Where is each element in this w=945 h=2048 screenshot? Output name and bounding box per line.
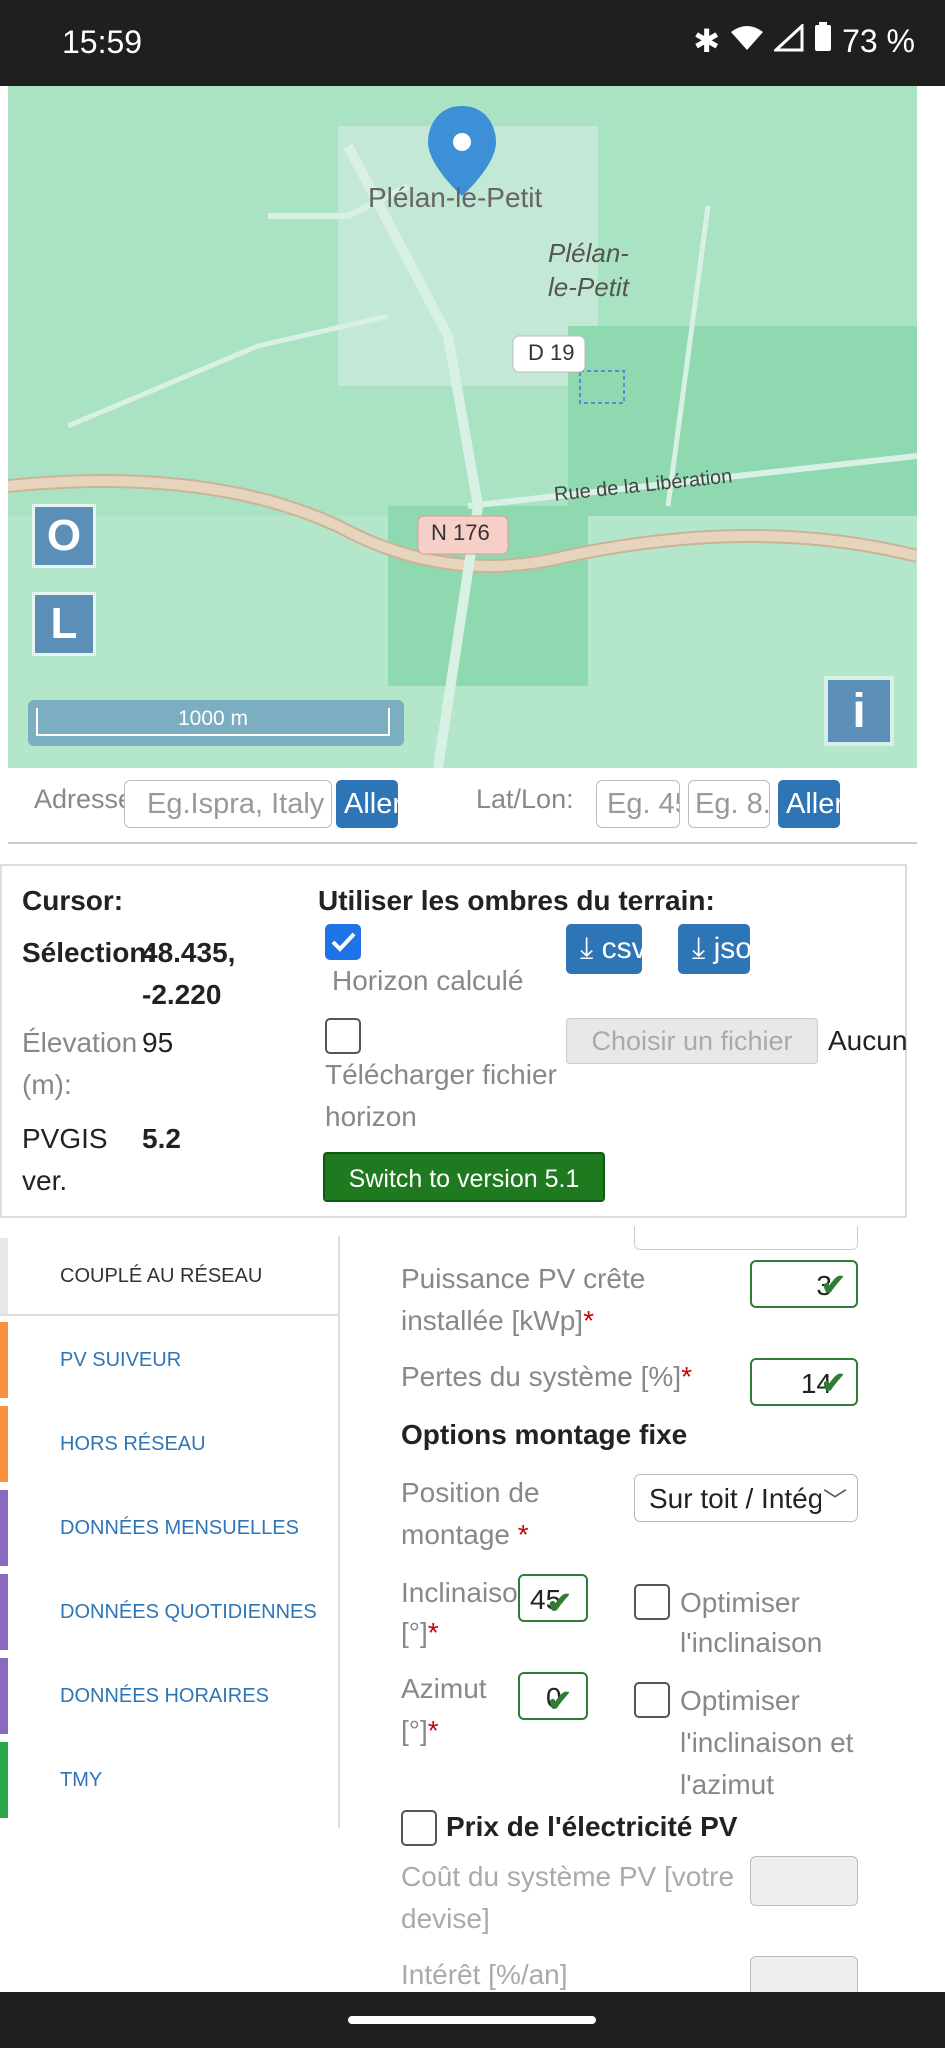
azimuth-input[interactable]: 0 ✔ bbox=[518, 1672, 588, 1720]
status-icons: ✱ 73 % bbox=[693, 22, 915, 60]
selection-value-lat: 48.435, bbox=[142, 937, 236, 968]
upload-horizon-label-2: horizon bbox=[325, 1101, 417, 1132]
download-icon: ⤓ bbox=[692, 932, 706, 965]
slope-label: Inclinaison bbox=[401, 1577, 519, 1608]
latlon-label: Lat/Lon: bbox=[476, 784, 574, 814]
pvgis-label-2: ver. bbox=[22, 1165, 68, 1196]
optimize-slope-checkbox[interactable] bbox=[634, 1584, 670, 1620]
map-town-label: Plélan-le-Petit bbox=[368, 182, 543, 213]
pvgis-label: PVGIS bbox=[22, 1123, 108, 1154]
signal-icon bbox=[772, 22, 804, 60]
no-file-label: Aucun fichier choisi bbox=[828, 1025, 908, 1056]
pvgis-version-value: 5.2 bbox=[142, 1123, 181, 1154]
valid-check-icon: ✔ bbox=[546, 1685, 572, 1718]
elevation-label: Élevation bbox=[22, 1027, 138, 1058]
lon-input[interactable]: Eg. 8. bbox=[688, 780, 770, 828]
fixed-mounting-title: Options montage fixe bbox=[401, 1419, 688, 1450]
valid-check-icon: ✔ bbox=[820, 1269, 846, 1302]
sidebar-item-off-grid[interactable]: HORS RÉSEAU bbox=[0, 1404, 338, 1484]
azimuth-label: Azimut bbox=[401, 1673, 487, 1704]
download-csv-button[interactable]: ⤓ csv bbox=[566, 924, 642, 974]
optimize-slope-label: Optimiser bbox=[680, 1587, 800, 1618]
lat-input[interactable]: Eg. 45 bbox=[596, 780, 680, 828]
sidebar-item-tmy[interactable]: TMY bbox=[0, 1740, 338, 1820]
sidebar-item-grid-connected[interactable]: COUPLÉ AU RÉSEAU bbox=[0, 1236, 338, 1316]
optimize-azimuth-label: Optimiser bbox=[680, 1685, 800, 1716]
info-button[interactable]: i bbox=[824, 676, 894, 746]
choose-file-button[interactable]: Choisir un fichier bbox=[566, 1018, 818, 1064]
bluetooth-icon: ✱ bbox=[693, 23, 721, 59]
optimize-azimuth-checkbox[interactable] bbox=[634, 1682, 670, 1718]
valid-check-icon: ✔ bbox=[820, 1367, 846, 1400]
optimize-azimuth-label-3: l'azimut bbox=[680, 1769, 775, 1800]
truncated-field bbox=[634, 1226, 858, 1250]
system-cost-label-2: devise] bbox=[401, 1903, 490, 1934]
elevation-unit: (m): bbox=[22, 1069, 72, 1100]
mounting-position-label-2: montage * bbox=[401, 1519, 529, 1550]
layer-l-button[interactable]: L bbox=[32, 592, 96, 656]
selection-label: Sélection: bbox=[22, 937, 156, 968]
download-icon: ⤓ bbox=[580, 932, 594, 965]
system-cost-input[interactable] bbox=[750, 1856, 858, 1906]
sidebar-item-tracking-pv[interactable]: PV SUIVEUR bbox=[0, 1320, 338, 1400]
valid-check-icon: ✔ bbox=[546, 1587, 572, 1620]
slope-unit: [°]* bbox=[401, 1617, 439, 1648]
address-go-button[interactable]: Aller bbox=[336, 780, 398, 828]
upload-horizon-checkbox[interactable] bbox=[325, 1018, 361, 1054]
optimize-slope-label-2: l'inclinaison bbox=[680, 1627, 823, 1658]
sidebar: COUPLÉ AU RÉSEAU PV SUIVEUR HORS RÉSEAU … bbox=[0, 1236, 340, 1828]
peak-power-label-2: installée [kWp]* bbox=[401, 1305, 594, 1336]
interest-input[interactable] bbox=[750, 1956, 858, 1992]
horizon-calc-checkbox[interactable] bbox=[325, 924, 361, 960]
download-json-button[interactable]: ⤓ json bbox=[678, 924, 750, 974]
sidebar-item-daily-data[interactable]: DONNÉES QUOTIDIENNES bbox=[0, 1572, 338, 1652]
map[interactable]: Plélan-le-Petit Plélan- le-Petit D 19 N … bbox=[8, 86, 917, 768]
system-cost-label: Coût du système PV [votre bbox=[401, 1861, 735, 1892]
home-gesture-handle[interactable] bbox=[348, 2016, 596, 2024]
peak-power-input[interactable]: 3 ✔ bbox=[750, 1260, 858, 1308]
clock: 15:59 bbox=[62, 24, 143, 60]
address-input[interactable]: Eg.Ispra, Italy bbox=[124, 780, 332, 828]
peak-power-label: Puissance PV crête bbox=[401, 1263, 646, 1294]
sidebar-item-hourly-data[interactable]: DONNÉES HORAIRES bbox=[0, 1656, 338, 1736]
optimize-azimuth-label-2: l'inclinaison et bbox=[680, 1727, 854, 1758]
system-nav-bar bbox=[0, 1992, 945, 2048]
address-label: Adresse bbox=[34, 784, 134, 814]
slope-input[interactable]: 45 ✔ bbox=[518, 1574, 588, 1622]
chevron-down-icon: ﹀ bbox=[823, 1488, 847, 1515]
selection-value-lon: -2.220 bbox=[142, 979, 222, 1010]
status-bar: 15:59 ✱ 73 % bbox=[0, 0, 945, 86]
scale-label: 1000 m bbox=[36, 708, 390, 736]
azimuth-unit: [°]* bbox=[401, 1715, 439, 1746]
mounting-position-select[interactable]: Sur toit / Intégré ﹀ bbox=[634, 1474, 858, 1522]
terrain-shadows-title: Utiliser les ombres du terrain: bbox=[318, 885, 715, 916]
scale-bar: 1000 m bbox=[28, 700, 404, 746]
latlon-go-button[interactable]: Aller bbox=[778, 780, 840, 828]
road-n176-label: N 176 bbox=[431, 520, 490, 545]
upload-horizon-label: Télécharger fichier bbox=[325, 1059, 557, 1090]
system-losses-label: Pertes du système [%]* bbox=[401, 1361, 693, 1392]
road-d19-label: D 19 bbox=[528, 340, 575, 365]
battery-icon bbox=[814, 22, 832, 60]
layer-o-button[interactable]: O bbox=[32, 504, 96, 568]
cursor-label: Cursor: bbox=[22, 885, 124, 916]
elevation-value: 95 bbox=[142, 1027, 174, 1058]
mounting-position-label: Position de bbox=[401, 1477, 540, 1508]
pv-price-checkbox[interactable] bbox=[401, 1810, 437, 1846]
map-town-label-2: Plélan- le-Petit bbox=[548, 238, 629, 302]
address-bar: Adresse Eg.Ispra, Italy Aller Lat/Lon: E… bbox=[8, 768, 917, 844]
pv-price-title: Prix de l'électricité PV bbox=[446, 1811, 738, 1842]
battery-percent: 73 % bbox=[842, 22, 915, 59]
interest-label: Intérêt [%/an] bbox=[401, 1959, 568, 1990]
sidebar-item-monthly-data[interactable]: DONNÉES MENSUELLES bbox=[0, 1488, 338, 1568]
system-losses-input[interactable]: 14 ✔ bbox=[750, 1358, 858, 1406]
wifi-icon bbox=[730, 23, 764, 60]
horizon-calc-label: Horizon calculé bbox=[332, 965, 524, 996]
switch-version-button[interactable]: Switch to version 5.1 bbox=[323, 1152, 605, 1202]
